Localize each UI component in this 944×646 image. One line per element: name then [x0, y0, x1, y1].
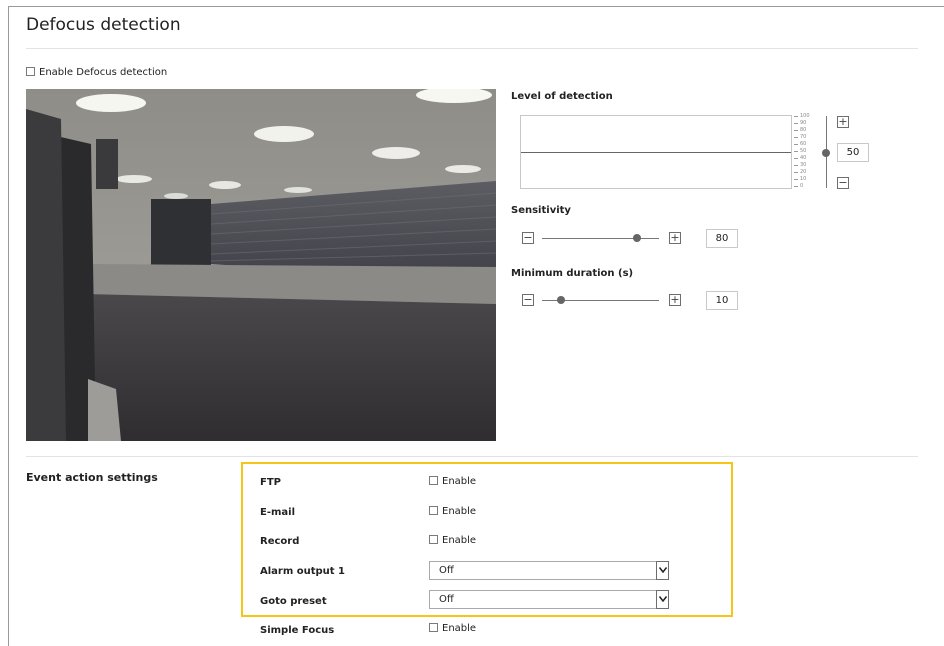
- min-duration-value-field[interactable]: 10: [706, 291, 738, 310]
- page-title: Defocus detection: [26, 15, 181, 35]
- alarm-output-value: Off: [439, 565, 454, 576]
- event-action-settings-label: Event action settings: [26, 471, 158, 484]
- ftp-enable-label: Enable: [442, 476, 477, 487]
- level-minus-button[interactable]: −: [837, 177, 849, 189]
- record-enable-checkbox[interactable]: [429, 535, 438, 544]
- goto-preset-label: Goto preset: [260, 596, 327, 607]
- level-plus-button[interactable]: +: [837, 116, 849, 128]
- title-divider: [26, 48, 918, 49]
- simple-focus-label: Simple Focus: [260, 625, 335, 636]
- sensitivity-label: Sensitivity: [511, 205, 571, 216]
- alarm-output-label: Alarm output 1: [260, 566, 346, 577]
- min-duration-minus-button[interactable]: −: [522, 294, 534, 306]
- record-enable-label: Enable: [442, 535, 477, 546]
- camera-preview: [26, 89, 496, 441]
- level-graph: [520, 115, 792, 189]
- email-enable-checkbox[interactable]: [429, 506, 438, 515]
- min-duration-slider-handle[interactable]: [557, 296, 565, 304]
- chevron-down-icon[interactable]: [656, 561, 669, 580]
- level-threshold-line: [521, 152, 791, 153]
- email-enable[interactable]: Enable: [429, 506, 476, 517]
- level-slider-handle[interactable]: [822, 149, 830, 157]
- goto-preset-select[interactable]: Off: [429, 590, 669, 609]
- ftp-enable[interactable]: Enable: [429, 476, 476, 487]
- enable-defocus-label: Enable Defocus detection: [39, 67, 168, 78]
- level-of-detection-label: Level of detection: [511, 91, 613, 102]
- camera-image: [26, 89, 496, 441]
- enable-defocus-row[interactable]: Enable Defocus detection: [26, 67, 167, 78]
- sensitivity-value-field[interactable]: 80: [706, 229, 738, 248]
- sensitivity-slider-track[interactable]: [542, 238, 659, 239]
- ftp-label: FTP: [260, 477, 281, 488]
- min-duration-plus-button[interactable]: +: [669, 294, 681, 306]
- min-duration-label: Minimum duration (s): [511, 268, 634, 279]
- sensitivity-minus-button[interactable]: −: [522, 232, 534, 244]
- email-enable-label: Enable: [442, 506, 477, 517]
- goto-preset-value: Off: [439, 594, 454, 605]
- level-value-field[interactable]: 50: [837, 143, 869, 162]
- simple-focus-enable[interactable]: Enable: [429, 623, 476, 634]
- record-enable[interactable]: Enable: [429, 535, 476, 546]
- simple-focus-enable-checkbox[interactable]: [429, 623, 438, 632]
- enable-defocus-checkbox[interactable]: [26, 67, 35, 76]
- sensitivity-slider-handle[interactable]: [633, 234, 641, 242]
- sensitivity-plus-button[interactable]: +: [669, 232, 681, 244]
- alarm-output-select[interactable]: Off: [429, 561, 669, 580]
- email-label: E-mail: [260, 507, 296, 518]
- chevron-down-icon[interactable]: [656, 590, 669, 609]
- record-label: Record: [260, 536, 300, 547]
- section-divider: [26, 456, 918, 457]
- simple-focus-enable-label: Enable: [442, 623, 477, 634]
- ftp-enable-checkbox[interactable]: [429, 476, 438, 485]
- level-scale: 100 90 80 70 60 50 40 30 20 10 0: [794, 114, 814, 190]
